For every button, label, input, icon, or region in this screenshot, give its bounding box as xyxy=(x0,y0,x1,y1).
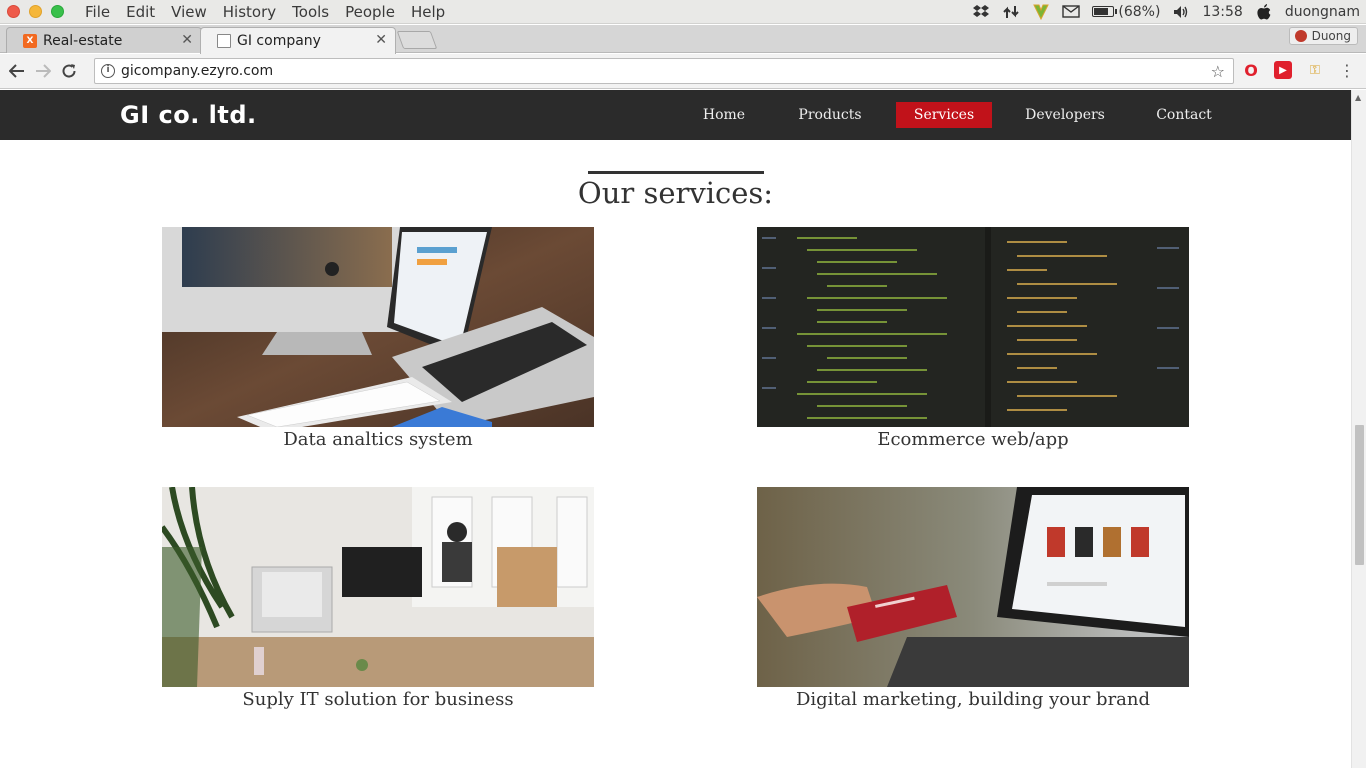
close-tab-icon[interactable]: ✕ xyxy=(181,32,193,48)
arrow-right-icon xyxy=(36,64,51,78)
menu-view[interactable]: View xyxy=(163,3,215,21)
section-title: Our services: xyxy=(577,176,774,210)
nav-developers[interactable]: Developers xyxy=(1016,102,1114,128)
dropbox-icon[interactable] xyxy=(972,4,990,20)
address-bar[interactable]: i gicompany.ezyro.com ☆ xyxy=(94,58,1234,84)
battery-icon xyxy=(1092,6,1118,17)
menu-edit[interactable]: Edit xyxy=(118,3,163,21)
close-window-button[interactable] xyxy=(7,5,20,18)
menu-tools[interactable]: Tools xyxy=(284,3,337,21)
close-tab-icon[interactable]: ✕ xyxy=(375,32,387,48)
forward-button[interactable] xyxy=(30,58,56,84)
browser-menu-icon[interactable]: ⋮ xyxy=(1338,61,1356,80)
reload-icon xyxy=(62,64,76,78)
tab-gi-company[interactable]: GI company ✕ xyxy=(200,27,396,54)
apple-icon[interactable] xyxy=(1255,3,1273,20)
scroll-up-icon[interactable]: ▲ xyxy=(1355,93,1361,102)
profile-name: Duong xyxy=(1311,29,1351,43)
info-icon[interactable]: i xyxy=(101,64,115,78)
battery-indicator[interactable]: (68%) xyxy=(1092,4,1160,20)
menu-file[interactable]: File xyxy=(77,3,118,21)
service-image-it-solution xyxy=(162,487,594,687)
nav-services[interactable]: Services xyxy=(896,102,992,128)
nav-home[interactable]: Home xyxy=(690,102,758,128)
page-viewport: GI co. ltd. Home Products Services Devel… xyxy=(0,90,1351,768)
vpn-icon[interactable] xyxy=(1032,4,1050,20)
opera-vpn-icon[interactable]: O xyxy=(1242,61,1260,80)
browser-toolbar: i gicompany.ezyro.com ☆ O ▶ ⚿ ⋮ xyxy=(0,54,1366,89)
app-menu: File Edit View History Tools People Help xyxy=(77,3,453,21)
network-icon[interactable] xyxy=(1002,4,1020,20)
service-caption: Suply IT solution for business xyxy=(242,689,514,710)
service-image-data-analytics xyxy=(162,227,594,427)
service-caption: Data analtics system xyxy=(283,429,473,450)
service-caption: Digital marketing, building your brand xyxy=(795,689,1151,710)
tab-strip: X Real-estate ✕ GI company ✕ Duong xyxy=(0,25,1366,54)
avatar xyxy=(1294,30,1307,42)
mail-icon[interactable] xyxy=(1062,4,1081,20)
minimize-window-button[interactable] xyxy=(29,5,42,18)
service-image-ecommerce xyxy=(757,227,1189,427)
os-menu-bar: File Edit View History Tools People Help… xyxy=(0,0,1366,24)
system-tray: (68%) 13:58 duongnam xyxy=(972,3,1366,20)
site-logo[interactable]: GI co. ltd. xyxy=(120,101,257,129)
battery-percent: (68%) xyxy=(1118,3,1161,20)
page-icon xyxy=(217,34,231,48)
key-extension-icon[interactable]: ⚿ xyxy=(1306,61,1324,79)
nav-products[interactable]: Products xyxy=(786,102,874,128)
volume-icon[interactable] xyxy=(1172,4,1190,20)
maximize-window-button[interactable] xyxy=(51,5,64,18)
new-tab-button[interactable] xyxy=(396,31,438,49)
back-button[interactable] xyxy=(4,58,30,84)
user-name[interactable]: duongnam xyxy=(1285,4,1360,20)
url-text[interactable]: gicompany.ezyro.com xyxy=(121,63,273,79)
page-scrollbar[interactable]: ▲ xyxy=(1351,90,1366,768)
tab-title: Real-estate xyxy=(43,32,123,49)
tab-real-estate[interactable]: X Real-estate ✕ xyxy=(6,27,202,53)
nav-contact[interactable]: Contact xyxy=(1144,102,1224,128)
extensions: O ▶ ⚿ ⋮ xyxy=(1242,61,1356,80)
service-caption: Ecommerce web/app xyxy=(877,429,1069,450)
menu-people[interactable]: People xyxy=(337,3,403,21)
title-divider xyxy=(588,171,764,174)
service-image-digital-marketing xyxy=(757,487,1189,687)
tab-title: GI company xyxy=(237,33,321,49)
menu-history[interactable]: History xyxy=(215,3,284,21)
window-controls xyxy=(7,5,64,18)
xampp-icon: X xyxy=(23,34,37,48)
clock[interactable]: 13:58 xyxy=(1202,4,1242,20)
menu-help[interactable]: Help xyxy=(403,3,453,21)
media-extension-icon[interactable]: ▶ xyxy=(1274,61,1292,79)
reload-button[interactable] xyxy=(56,58,82,84)
bookmark-star-icon[interactable]: ☆ xyxy=(1211,62,1225,81)
profile-button[interactable]: Duong xyxy=(1288,27,1358,45)
arrow-left-icon xyxy=(9,64,24,78)
site-navbar: GI co. ltd. Home Products Services Devel… xyxy=(0,90,1351,140)
scroll-thumb[interactable] xyxy=(1355,425,1364,565)
